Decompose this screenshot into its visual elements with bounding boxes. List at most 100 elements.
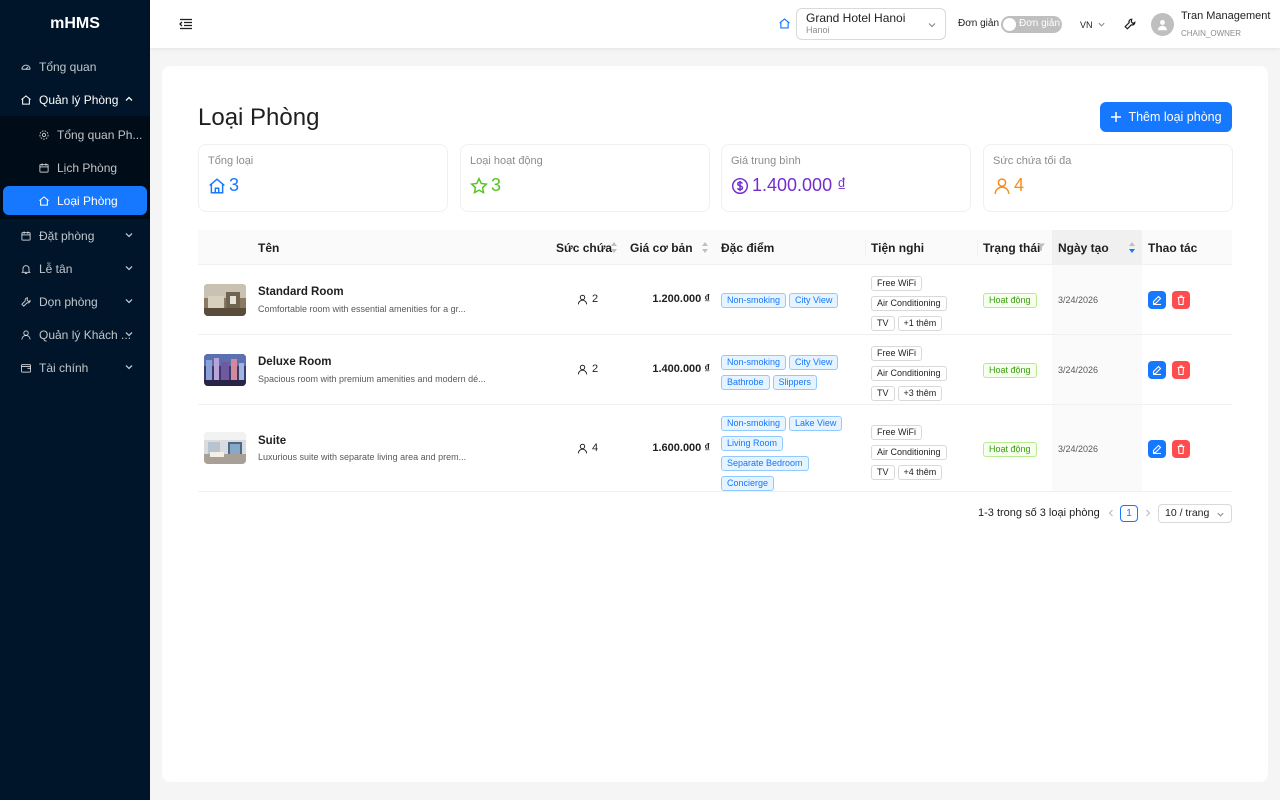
sidebar: mHMS Tổng quan Quản lý Phòng Tổng quan P…	[0, 0, 150, 800]
delete-button[interactable]	[1172, 361, 1190, 379]
pagination-page[interactable]: 1	[1120, 505, 1138, 522]
amenity-tag: Air Conditioning	[871, 296, 947, 311]
chevron-down-icon	[1217, 512, 1224, 517]
col-base-price[interactable]: Giá cơ bản	[624, 230, 715, 265]
room-submenu: Tổng quan Ph... Lịch Phòng Loại Phòng	[0, 116, 150, 219]
edit-icon	[1152, 365, 1162, 375]
sidebar-item-guest-management[interactable]: Quản lý Khách ...	[0, 318, 150, 351]
edit-button[interactable]	[1148, 361, 1166, 379]
col-created-label: Ngày tạo	[1058, 240, 1109, 255]
sidebar-item-reception[interactable]: Lễ tân	[0, 252, 150, 285]
sidebar-item-booking[interactable]: Đặt phòng	[0, 219, 150, 252]
stat-value: 3	[229, 175, 240, 195]
table-header: Tên Sức chứa Giá cơ bản Đặc điểm Tiện ng…	[198, 230, 1232, 265]
col-name-label: Tên	[258, 240, 280, 255]
setting-icon	[38, 129, 50, 141]
col-actions-label: Thao tác	[1148, 240, 1198, 255]
sidebar-item-dashboard[interactable]: Tổng quan	[0, 50, 150, 83]
col-name: Tên	[252, 230, 550, 265]
home-icon	[209, 177, 225, 193]
home-icon	[38, 195, 50, 207]
user-icon	[994, 177, 1010, 194]
feature-tag: Bathrobe	[721, 375, 770, 390]
table-row[interactable]: Suite Luxurious suite with separate livi…	[198, 405, 1232, 492]
row-actions	[1148, 361, 1190, 379]
amenity-tag: Free WiFi	[871, 425, 922, 440]
amenity-tag: Free WiFi	[871, 346, 922, 361]
schedule-icon	[38, 162, 50, 174]
status-label: Hoạt động	[983, 363, 1037, 378]
sort-icon	[1129, 242, 1135, 253]
more-amenities-tag[interactable]: +3 thêm	[897, 386, 943, 401]
stat-label: Giá trung bình	[731, 155, 801, 167]
feature-tag: City View	[789, 293, 839, 308]
status-label: Hoạt động	[983, 442, 1037, 457]
feature-tag: Slippers	[772, 375, 818, 390]
col-price-label: Giá cơ bản	[630, 240, 693, 255]
base-price: 1.200.000 ₫	[652, 293, 710, 305]
sidebar-item-room-overview[interactable]: Tổng quan Ph...	[0, 118, 150, 151]
sidebar-item-label: Tài chính	[39, 360, 89, 375]
sidebar-item-room-types[interactable]: Loại Phòng	[3, 186, 147, 215]
menu-fold-icon[interactable]	[179, 17, 193, 31]
stat-value-wrap: 3	[208, 175, 438, 196]
stat-average-price: Giá trung bình 1.400.000 ₫	[721, 144, 971, 212]
sidebar-item-label: Lịch Phòng	[57, 160, 118, 175]
edit-icon	[1152, 444, 1162, 454]
col-capacity[interactable]: Sức chứa	[550, 230, 624, 265]
hotel-select[interactable]: Grand Hotel Hanoi Hanoi	[796, 8, 946, 40]
add-room-type-button[interactable]: Thêm loại phòng	[1100, 102, 1232, 132]
room-description: Comfortable room with essential amenitie…	[258, 304, 466, 314]
stat-label: Sức chứa tối đa	[993, 155, 1072, 167]
edit-button[interactable]	[1148, 440, 1166, 458]
feature-tag: Concierge	[721, 476, 775, 491]
chevron-right-icon[interactable]	[1143, 508, 1153, 518]
col-created-date[interactable]: Ngày tạo	[1052, 230, 1142, 265]
capacity-value: 2	[592, 293, 599, 305]
table-row[interactable]: Deluxe Room Spacious room with premium a…	[198, 335, 1232, 405]
sidebar-item-label: Tổng quan Ph...	[57, 127, 143, 142]
room-name[interactable]: Standard Room	[258, 286, 344, 298]
dollar-icon	[731, 177, 749, 194]
room-name[interactable]: Suite	[258, 435, 286, 447]
sort-icon	[702, 242, 708, 253]
col-status[interactable]: Trạng thái	[977, 230, 1052, 265]
column-divider	[865, 240, 866, 255]
user-icon	[577, 443, 588, 453]
dashboard-icon	[20, 61, 32, 73]
chevron-down-icon	[125, 299, 133, 304]
room-name[interactable]: Deluxe Room	[258, 356, 332, 368]
sidebar-item-label: Lễ tân	[39, 261, 73, 276]
edit-button[interactable]	[1148, 291, 1166, 309]
room-capacity: 2	[577, 363, 598, 375]
delete-icon	[1177, 444, 1185, 454]
toggle-knob	[1003, 18, 1016, 31]
mode-toggle[interactable]: Đơn giản	[1001, 16, 1062, 33]
chevron-down-icon	[1098, 22, 1105, 27]
chevron-left-icon[interactable]	[1106, 508, 1116, 518]
avatar[interactable]	[1151, 13, 1174, 36]
table-row[interactable]: Standard Room Comfortable room with esse…	[198, 265, 1232, 335]
home-icon	[779, 18, 790, 29]
more-amenities-tag[interactable]: +4 thêm	[897, 465, 943, 480]
sidebar-item-finance[interactable]: Tài chính	[0, 351, 150, 384]
sidebar-item-room-management[interactable]: Quản lý Phòng	[0, 83, 150, 116]
page-size-select[interactable]: 10 / trang	[1158, 504, 1232, 523]
user-icon	[1158, 20, 1167, 31]
pagination-summary: 1-3 trong số 3 loại phòng	[978, 507, 1100, 519]
filter-icon[interactable]	[1036, 242, 1046, 252]
star-icon	[470, 176, 488, 194]
sidebar-item-housekeeping[interactable]: Dọn phòng	[0, 285, 150, 318]
delete-button[interactable]	[1172, 291, 1190, 309]
tool-icon	[20, 296, 32, 308]
sidebar-item-label: Quản lý Phòng	[39, 92, 119, 107]
more-amenities-tag[interactable]: +1 thêm	[897, 316, 943, 331]
language-select[interactable]: VN	[1080, 20, 1093, 30]
calendar-icon	[20, 230, 32, 242]
feature-tags: Non-smoking Lake View Living Room Separat…	[721, 415, 861, 495]
stat-value-wrap: 3	[470, 175, 700, 196]
sidebar-item-room-schedule[interactable]: Lịch Phòng	[0, 151, 150, 184]
row-actions	[1148, 440, 1190, 458]
delete-button[interactable]	[1172, 440, 1190, 458]
tool-icon[interactable]	[1123, 17, 1137, 31]
